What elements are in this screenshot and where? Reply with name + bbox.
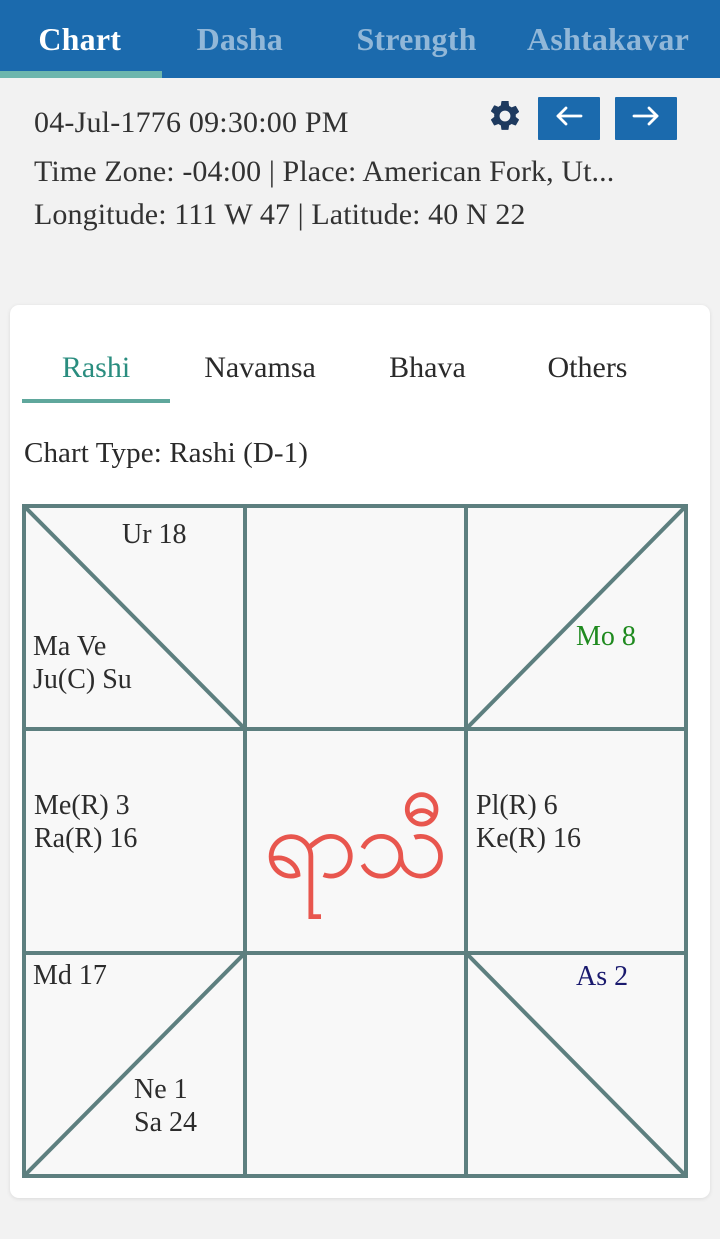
chart-house-cell[interactable] [247,955,468,1174]
chart-house-cell[interactable]: Ur 18 Ma Ve Ju(C) Su [26,508,247,731]
ascendant-label: As 2 [576,961,629,992]
planet-label: Ne 1 Sa 24 [134,1074,197,1139]
previous-chart-button[interactable] [538,97,600,140]
planet-label: Ma Ve Ju(C) Su [33,631,132,696]
subtab-others-label: Others [547,351,628,384]
chart-center-cell[interactable] [247,731,468,955]
tab-strength-label: Strength [356,21,477,57]
subtab-bhava[interactable]: Bhava [350,351,505,403]
chart-house-cell[interactable]: Me(R) 3 Ra(R) 16 [26,731,247,955]
gear-icon [487,98,523,139]
tab-chart[interactable]: Chart [0,0,160,78]
rashi-chart-grid: Ur 18 Ma Ve Ju(C) Su Mo 8 Me(R) 3 Ra(R) … [22,504,688,1178]
chart-house-cell[interactable]: As 2 [468,955,684,1174]
subtab-bhava-label: Bhava [389,351,466,384]
next-chart-button[interactable] [615,97,677,140]
tab-strength[interactable]: Strength [320,0,513,78]
chart-house-cell[interactable]: Md 17 Ne 1 Sa 24 [26,955,247,1174]
birth-details-panel: 04-Jul-1776 09:30:00 PM Time Zone: -04:0… [0,78,720,248]
divisional-chart-tabs: Rashi Navamsa Bhava Others [10,305,710,403]
diagonal-line-icon [468,508,684,727]
planet-label: Mo 8 [576,621,636,652]
chart-type-label: Chart Type: Rashi (D-1) [24,437,309,469]
arrow-right-icon [629,103,663,134]
birth-datetime: 04-Jul-1776 09:30:00 PM [34,106,349,139]
chart-card: Rashi Navamsa Bhava Others Chart Type: R… [10,305,710,1198]
planet-label: Pl(R) 6 Ke(R) 16 [476,790,581,855]
coordinates: Longitude: 111 W 47 | Latitude: 40 N 22 [34,198,526,231]
chart-house-cell[interactable]: Mo 8 [468,508,684,731]
subtab-navamsa-label: Navamsa [204,351,316,384]
chart-house-cell[interactable]: Pl(R) 6 Ke(R) 16 [468,731,684,955]
subtab-rashi-label: Rashi [61,351,131,384]
tab-dasha[interactable]: Dasha [160,0,321,78]
tab-ashtakavarga[interactable]: Ashtakavar [513,0,720,78]
planet-label: Me(R) 3 Ra(R) 16 [34,790,138,855]
top-navigation-bar: Chart Dasha Strength Ashtakavar [0,0,720,78]
subtab-navamsa[interactable]: Navamsa [170,351,350,403]
settings-button[interactable] [487,98,523,139]
tab-chart-label: Chart [38,21,122,57]
chart-house-cell[interactable] [247,508,468,731]
timezone-place: Time Zone: -04:00 | Place: American Fork… [34,155,615,188]
subtab-others[interactable]: Others [505,351,670,403]
chart-container: Ur 18 Ma Ve Ju(C) Su Mo 8 Me(R) 3 Ra(R) … [10,504,710,1178]
chart-actions [487,97,677,140]
planet-label: Ur 18 [122,519,187,550]
arrow-left-icon [552,103,586,134]
planet-label: Md 17 [33,960,107,991]
subtab-rashi[interactable]: Rashi [22,351,170,403]
tab-dasha-label: Dasha [196,21,283,57]
tab-ashtakavarga-label: Ashtakavar [527,21,690,57]
active-tab-indicator [0,71,162,78]
